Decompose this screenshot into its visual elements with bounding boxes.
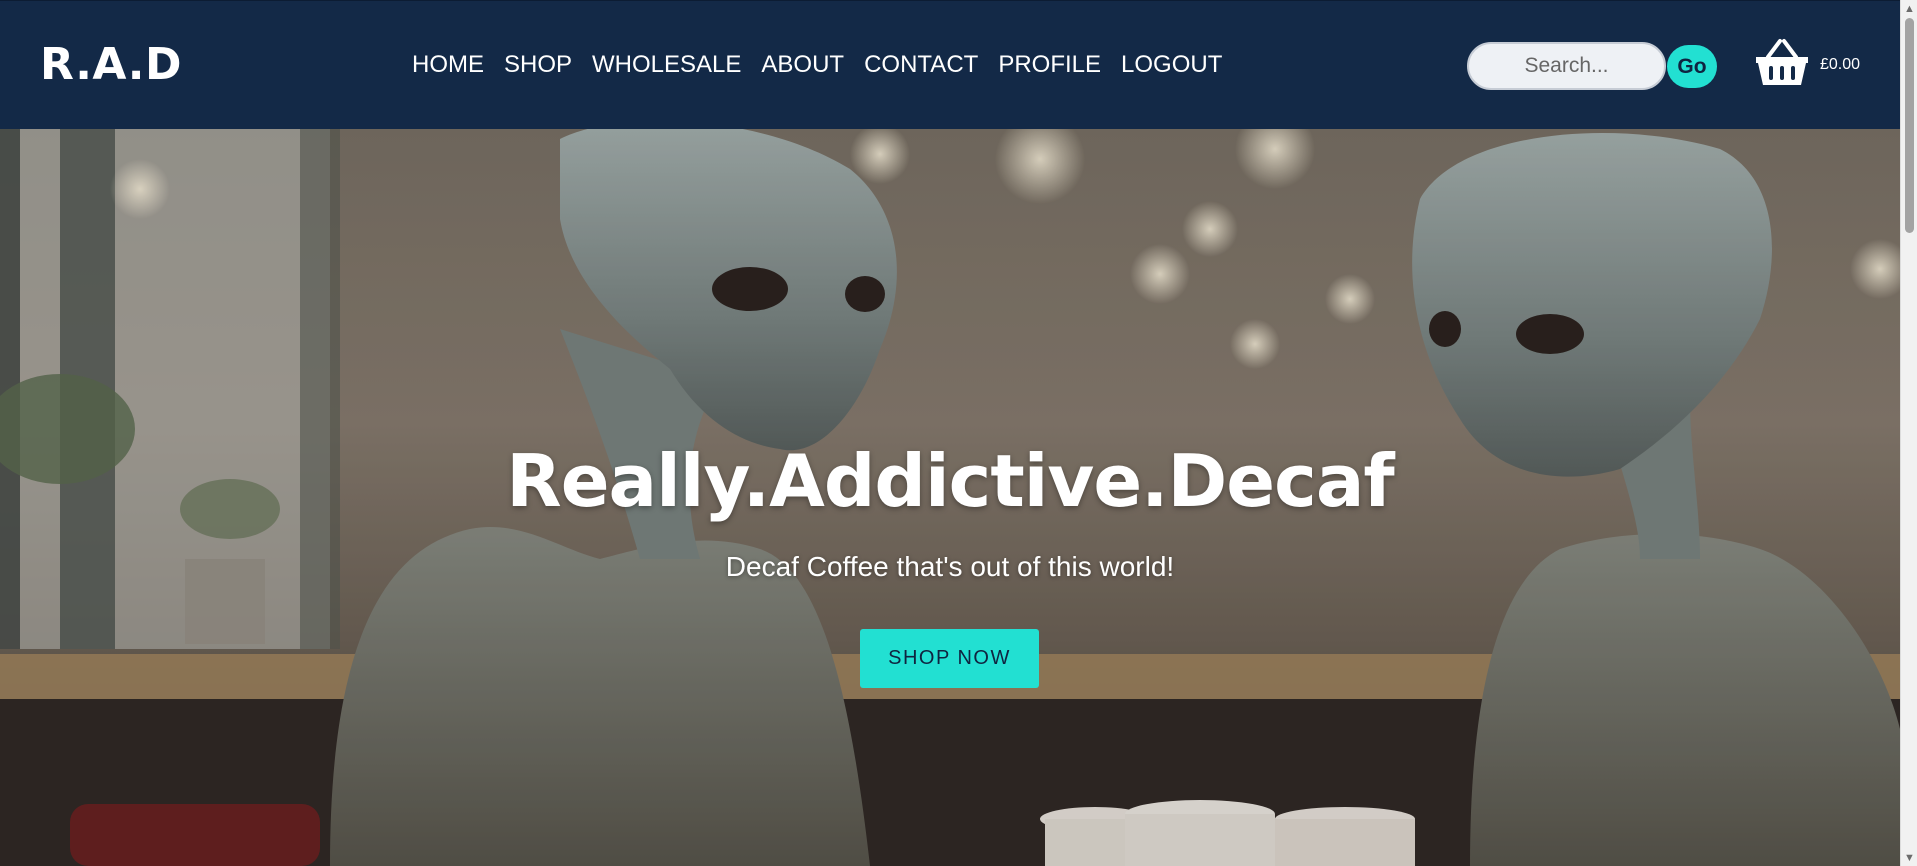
main-nav: HOME SHOP WHOLESALE ABOUT CONTACT PROFIL… xyxy=(412,51,1222,79)
scroll-up-arrow-icon[interactable]: ▲ xyxy=(1901,0,1917,17)
search-input[interactable] xyxy=(1467,42,1666,90)
hero-subtitle: Decaf Coffee that's out of this world! xyxy=(725,551,1175,582)
shopping-basket-icon[interactable] xyxy=(1754,37,1810,89)
scrollbar-thumb[interactable] xyxy=(1905,18,1914,233)
search-go-button[interactable]: Go xyxy=(1667,45,1717,88)
nav-link-profile[interactable]: PROFILE xyxy=(998,51,1101,79)
scroll-down-arrow-icon[interactable]: ▼ xyxy=(1901,849,1917,866)
nav-link-contact[interactable]: CONTACT xyxy=(864,51,978,79)
nav-link-wholesale[interactable]: WHOLESALE xyxy=(592,51,741,79)
nav-link-about[interactable]: ABOUT xyxy=(761,51,844,79)
nav-link-logout[interactable]: LOGOUT xyxy=(1121,51,1222,79)
hero-title: Really.Addictive.Decaf xyxy=(506,439,1394,523)
cart-total[interactable]: £0.00 xyxy=(1820,56,1860,74)
hero-banner: Really.Addictive.Decaf Decaf Coffee that… xyxy=(0,129,1900,866)
nav-link-home[interactable]: HOME xyxy=(412,51,484,79)
page-scrollbar[interactable]: ▲ ▼ xyxy=(1900,0,1917,866)
shop-now-button[interactable]: SHOP NOW xyxy=(860,629,1039,688)
site-header: R.A.D HOME SHOP WHOLESALE ABOUT CONTACT … xyxy=(0,0,1900,129)
nav-link-shop[interactable]: SHOP xyxy=(504,51,572,79)
site-logo[interactable]: R.A.D xyxy=(40,39,182,90)
